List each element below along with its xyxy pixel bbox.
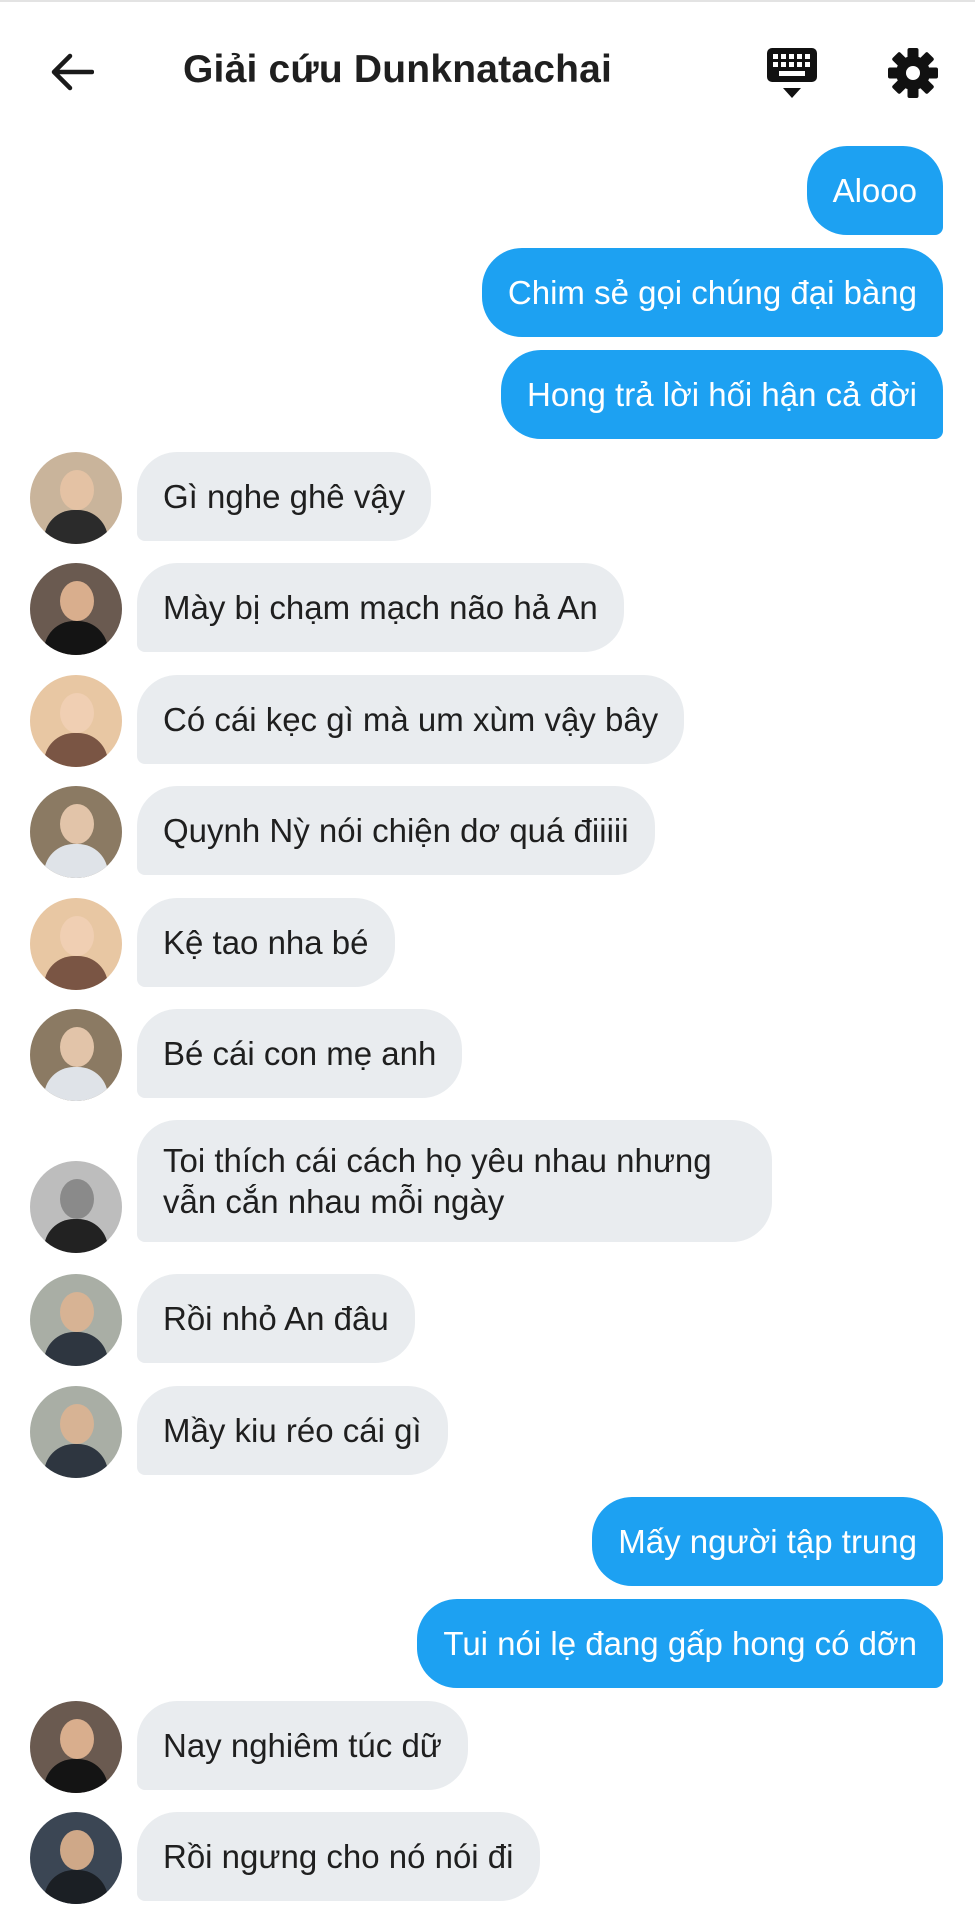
avatar[interactable] bbox=[30, 1274, 122, 1366]
message-bubble-incoming[interactable]: Nay nghiêm túc dữ bbox=[137, 1701, 468, 1790]
message-bubble-incoming[interactable]: Rồi ngưng cho nó nói đi bbox=[137, 1812, 540, 1901]
message-bubble-outgoing[interactable]: Hong trả lời hối hận cả đời bbox=[501, 350, 943, 439]
avatar[interactable] bbox=[30, 452, 122, 544]
arrow-left-icon bbox=[51, 53, 94, 91]
avatar[interactable] bbox=[30, 1701, 122, 1793]
settings-button[interactable] bbox=[882, 42, 944, 104]
message-bubble-incoming[interactable]: Quynh Nỳ nói chiện dơ quá điiiii bbox=[137, 786, 655, 875]
message-bubble-incoming[interactable]: Mầy kiu réo cái gì bbox=[137, 1386, 448, 1475]
keyboard-toggle-button[interactable] bbox=[762, 44, 822, 104]
back-button[interactable] bbox=[44, 44, 100, 100]
keyboard-icon bbox=[767, 48, 817, 98]
message-bubble-outgoing[interactable]: Mấy người tập trung bbox=[592, 1497, 943, 1586]
message-bubble-incoming[interactable]: Có cái kẹc gì mà um xùm vậy bây bbox=[137, 675, 685, 764]
avatar[interactable] bbox=[30, 1009, 122, 1101]
message-bubble-incoming[interactable]: Gì nghe ghê vậy bbox=[137, 452, 432, 541]
chat-header: Giải cứu Dunknatachai bbox=[0, 0, 975, 140]
message-bubble-incoming[interactable]: Kệ tao nha bé bbox=[137, 898, 395, 987]
message-bubble-outgoing[interactable]: Chim sẻ gọi chúng đại bàng bbox=[481, 248, 943, 337]
avatar[interactable] bbox=[30, 1812, 122, 1904]
avatar[interactable] bbox=[30, 675, 122, 767]
message-bubble-incoming[interactable]: Toi thích cái cách họ yêu nhau nhưng vẫn… bbox=[137, 1120, 772, 1242]
message-bubble-incoming[interactable]: Bé cái con mẹ anh bbox=[137, 1009, 463, 1098]
chat-title: Giải cứu Dunknatachai bbox=[183, 48, 613, 91]
avatar[interactable] bbox=[30, 898, 122, 990]
avatar[interactable] bbox=[30, 786, 122, 878]
avatar[interactable] bbox=[30, 563, 122, 655]
message-bubble-incoming[interactable]: Mày bị chạm mạch não hả An bbox=[137, 563, 624, 652]
message-bubble-outgoing[interactable]: Tui nói lẹ đang gấp hong có dỡn bbox=[417, 1599, 943, 1688]
message-bubble-incoming[interactable]: Rồi nhỏ An đâu bbox=[137, 1274, 415, 1363]
avatar[interactable] bbox=[30, 1161, 122, 1253]
gear-icon bbox=[888, 48, 938, 98]
message-bubble-outgoing[interactable]: Alooo bbox=[806, 146, 943, 235]
avatar[interactable] bbox=[30, 1386, 122, 1478]
